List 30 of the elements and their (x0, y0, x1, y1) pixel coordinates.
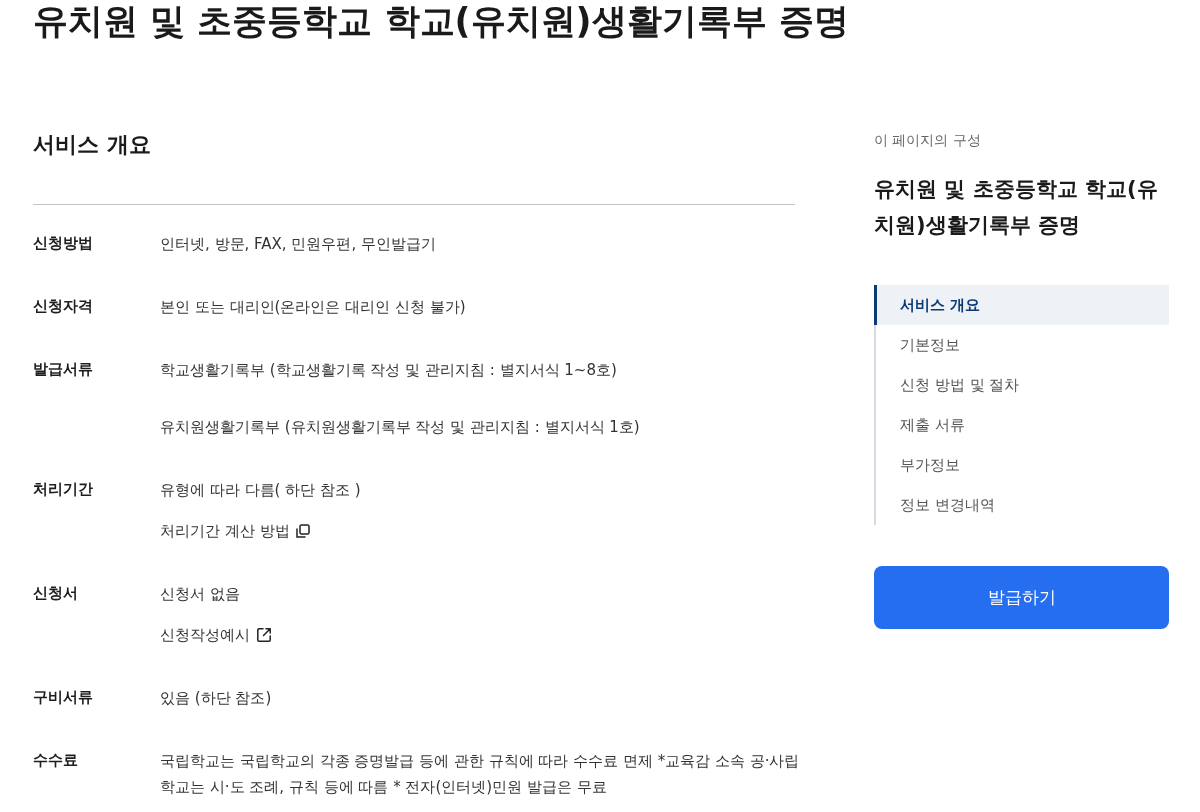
row-label: 신청방법 (33, 233, 94, 254)
section-heading: 서비스 개요 (33, 130, 795, 205)
row-label: 처리기간 (33, 479, 94, 500)
row-label: 신청서 (33, 583, 79, 604)
popup-link[interactable]: 처리기간 계산 방법 (160, 518, 310, 544)
row-value: 학교생활기록부 (학교생활기록 작성 및 관리지침 : 별지서식 1~8호) (160, 360, 617, 381)
external-link[interactable]: 신청작성예시 (160, 622, 272, 648)
toc-link[interactable]: 신청 방법 및 절차 (874, 365, 1169, 405)
toc-link[interactable]: 서비스 개요 (874, 285, 1169, 325)
row-label: 수수료 (33, 750, 79, 771)
toc-title: 유치원 및 초중등학교 학교(유치원)생활기록부 증명 (874, 176, 1159, 239)
row-label: 발급서류 (33, 359, 94, 380)
row-value: 본인 또는 대리인(온라인은 대리인 신청 불가) (160, 297, 466, 318)
row-value: 유형에 따라 다름( 하단 참조 ) (160, 480, 361, 501)
row-value: 인터넷, 방문, FAX, 민원우편, 무인발급기 (160, 234, 436, 255)
page-title: 유치원 및 초중등학교 학교(유치원)생활기록부 증명 (33, 0, 850, 42)
row-label: 신청자격 (33, 296, 94, 317)
toc-link[interactable]: 정보 변경내역 (874, 485, 1169, 525)
external-link-icon (256, 627, 272, 643)
toc-link[interactable]: 기본정보 (874, 325, 1169, 365)
row-value: 있음 (하단 참조) (160, 688, 272, 709)
issue-button[interactable]: 발급하기 (874, 566, 1169, 629)
row-value: 유치원생활기록부 (유치원생활기록부 작성 및 관리지침 : 별지서식 1호) (160, 417, 640, 438)
copy-icon (295, 524, 310, 538)
row-value: 국립학교는 국립학교의 각종 증명발급 등에 관한 규칙에 따라 수수료 면제 *교육감 소속 공·사립 학교는 시·도 조례, 규칙 등에 따름 * 전자(인터넷)민원 발급은 무료 (160, 751, 801, 798)
toc-link[interactable]: 제출 서류 (874, 405, 1169, 445)
row-label: 구비서류 (33, 687, 94, 708)
toc-caption: 이 페이지의 구성 (874, 131, 982, 150)
row-value: 신청서 없음 (160, 584, 240, 605)
toc-link[interactable]: 부가정보 (874, 445, 1169, 485)
